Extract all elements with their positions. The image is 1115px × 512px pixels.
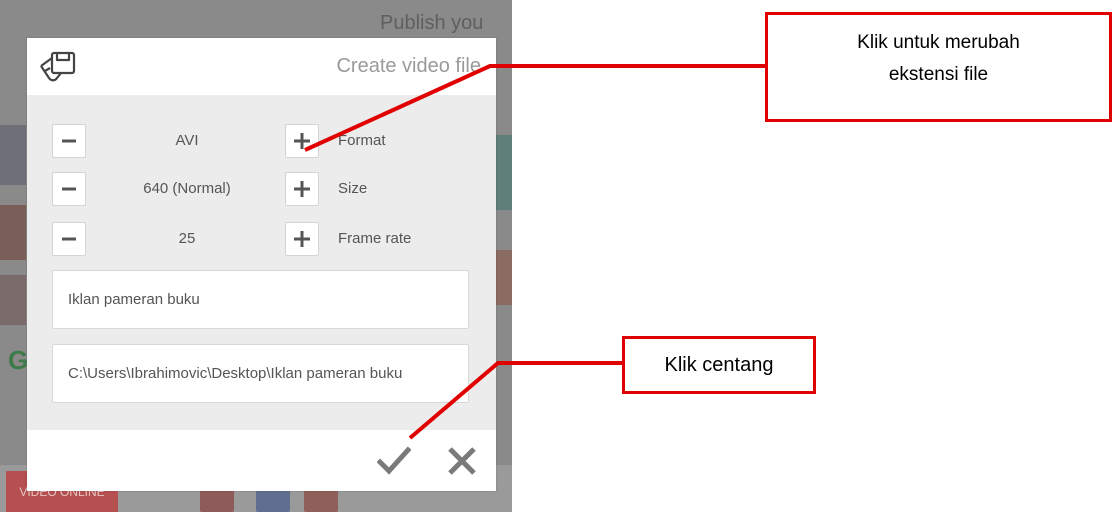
plus-icon [294, 231, 310, 247]
format-increase-button[interactable] [285, 124, 319, 158]
format-value: AVI [175, 132, 199, 149]
minus-icon [62, 139, 76, 143]
size-increase-button[interactable] [285, 172, 319, 206]
background-thumbnail [496, 135, 512, 210]
frame-rate-increase-button[interactable] [285, 222, 319, 256]
format-label: Format [338, 132, 386, 149]
format-decrease-button[interactable] [52, 124, 86, 158]
plus-icon [294, 181, 310, 197]
format-row: AVI Format [27, 124, 496, 160]
close-icon[interactable] [445, 444, 479, 478]
size-decrease-button[interactable] [52, 172, 86, 206]
file-path-field[interactable]: C:\Users\Ibrahimovic\Desktop\Iklan pamer… [52, 344, 469, 403]
size-label: Size [338, 180, 368, 197]
background-thumbnail [0, 125, 26, 185]
background-thumbnail [0, 275, 26, 325]
video-name-field[interactable]: Iklan pameran buku [52, 270, 469, 329]
frame-rate-decrease-button[interactable] [52, 222, 86, 256]
create-video-dialog: Create video file AVI Format 640 (Normal… [27, 38, 496, 491]
background-thumbnail [0, 205, 26, 260]
frame-rate-label: Frame rate [338, 230, 412, 247]
background-thumbnail [496, 250, 512, 305]
confirm-hint-callout: Klik centang [622, 336, 816, 394]
background-header-text: Publish you [380, 12, 484, 34]
dialog-header: Create video file [27, 38, 496, 95]
format-hint-line-2: ekstensi file [888, 64, 989, 85]
plus-icon [294, 133, 310, 149]
size-row: 640 (Normal) Size [27, 172, 496, 208]
frame-rate-row: 25 Frame rate [27, 222, 496, 258]
minus-icon [62, 237, 76, 241]
format-hint-callout: Klik untuk merubah ekstensi file [765, 12, 1112, 122]
minus-icon [62, 187, 76, 191]
dialog-title: Create video file [336, 55, 481, 77]
film-clapper-icon [40, 51, 76, 82]
background-letter: G [8, 345, 29, 375]
checkmark-icon[interactable] [377, 444, 411, 478]
frame-rate-value: 25 [178, 230, 196, 247]
size-value: 640 (Normal) [143, 180, 231, 197]
format-hint-line-1: Klik untuk merubah [857, 32, 1020, 53]
dialog-footer [27, 430, 496, 491]
